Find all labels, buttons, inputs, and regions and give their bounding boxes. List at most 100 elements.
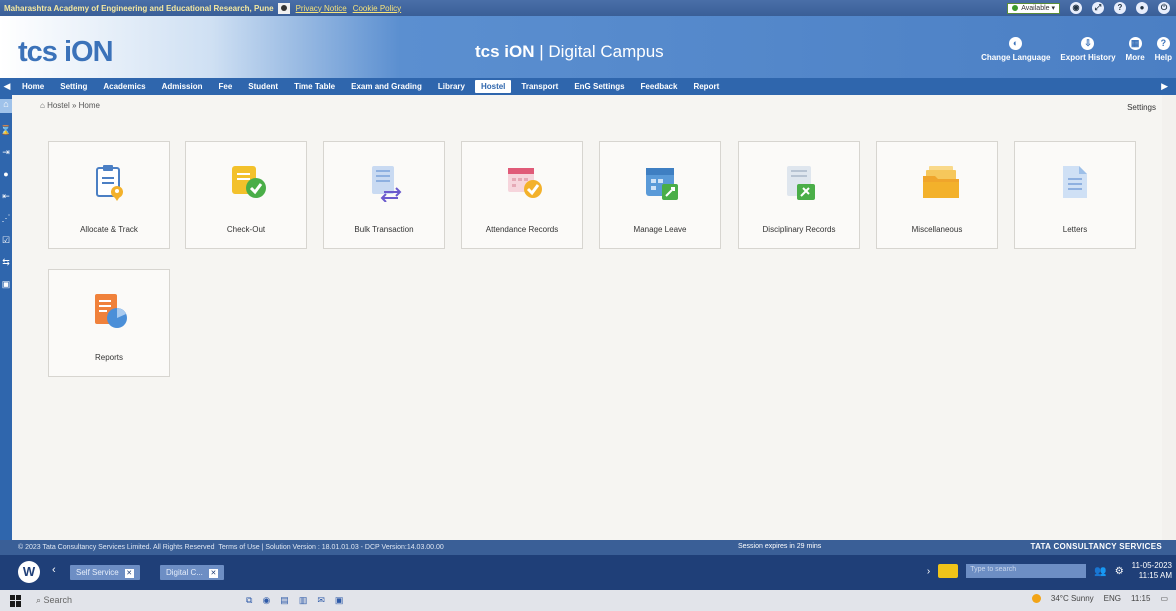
availability-dropdown[interactable]: Available ▾	[1007, 2, 1060, 14]
availability-label: Available	[1021, 4, 1050, 12]
privacy-notice-link[interactable]: Privacy Notice	[296, 4, 347, 13]
language-indicator[interactable]: ENG	[1104, 594, 1121, 603]
app-footer: © 2023 Tata Consultancy Services Limited…	[0, 540, 1176, 555]
nav-item-feedback[interactable]: Feedback	[633, 82, 686, 91]
chevron-right-icon[interactable]: ›	[927, 566, 930, 577]
help-circle-icon[interactable]: ?	[1114, 2, 1126, 14]
print-icon[interactable]: ▣	[2, 280, 11, 289]
tile-manage-leave[interactable]: Manage Leave	[599, 141, 721, 249]
tile-letters[interactable]: Letters	[1014, 141, 1136, 249]
nav-item-eng-settings[interactable]: EnG Settings	[566, 82, 632, 91]
session-time: 11:15 AM	[1138, 571, 1172, 580]
miscellaneous-icon	[923, 166, 959, 198]
expand-icon[interactable]: ⤢	[1092, 2, 1104, 14]
tile-disciplinary-records[interactable]: Disciplinary Records	[738, 141, 860, 249]
session-date: 11-05-2023	[1131, 561, 1172, 570]
session-tab-label: Self Service	[76, 568, 119, 577]
nav-left-arrow-icon[interactable]: ◀	[0, 81, 14, 92]
session-search-input[interactable]: Type to search	[966, 564, 1087, 578]
location-icon[interactable]: ●	[3, 170, 8, 179]
tcs-ion-logo[interactable]: tcs iON	[18, 36, 114, 69]
tile-label: Manage Leave	[633, 225, 687, 234]
export-history-button[interactable]: ⇩ Export History	[1060, 37, 1116, 62]
settings-gear-icon[interactable]: ⚙	[1115, 566, 1124, 577]
nav-item-time-table[interactable]: Time Table	[286, 82, 343, 91]
brand-suffix: | Digital Campus	[539, 42, 664, 61]
session-tab-digital-campus[interactable]: Digital C... ✕	[160, 565, 224, 580]
product-title: tcs iON | Digital Campus	[475, 42, 664, 62]
checkbox-icon[interactable]: ☑	[2, 236, 10, 245]
help-button[interactable]: ? Help	[1155, 37, 1172, 62]
remote-session-tray: › Type to search 👥 ⚙ 11-05-2023 11:15 AM	[927, 561, 1172, 581]
folder-icon[interactable]: ▥	[299, 595, 308, 606]
windows-taskbar: ⌕ Search ⧉ ◉ ▤ ▥ ✉ ▣ 34°C Sunny ENG 11:1…	[0, 590, 1176, 611]
tile-miscellaneous[interactable]: Miscellaneous	[876, 141, 998, 249]
windows-start-icon[interactable]	[10, 594, 22, 607]
terms-of-use-link[interactable]: Terms of Use	[218, 544, 259, 551]
nav-item-hostel[interactable]: Hostel	[474, 80, 512, 93]
user-icon[interactable]	[277, 2, 290, 14]
breadcrumb-text[interactable]: Hostel » Home	[47, 101, 100, 110]
export-history-label: Export History	[1060, 53, 1116, 62]
camera-icon[interactable]: ◉	[1070, 2, 1082, 14]
nav-item-fee[interactable]: Fee	[211, 82, 241, 91]
tile-allocate-track[interactable]: Allocate & Track	[48, 141, 170, 249]
nav-item-student[interactable]: Student	[240, 82, 286, 91]
status-dot-icon	[1012, 5, 1019, 11]
nav-item-library[interactable]: Library	[430, 82, 473, 91]
route-icon[interactable]: ⋰	[2, 214, 11, 223]
weather-text[interactable]: 34°C Sunny	[1051, 594, 1094, 603]
grid-icon: ▦	[1128, 37, 1142, 50]
nav-item-setting[interactable]: Setting	[52, 82, 95, 91]
change-language-button[interactable]: ◐ Change Language	[981, 37, 1050, 62]
more-button[interactable]: ▦ More	[1126, 37, 1145, 62]
app-icon[interactable]: ▣	[335, 595, 344, 606]
letters-icon	[1063, 166, 1087, 198]
login-icon[interactable]: ⇥	[2, 148, 10, 157]
users-icon[interactable]: 👥	[1094, 566, 1106, 577]
tile-attendance-records[interactable]: Attendance Records	[461, 141, 583, 249]
citrix-logo-icon[interactable]: W	[18, 561, 40, 583]
tile-reports[interactable]: Reports	[48, 269, 170, 377]
power-icon[interactable]: ⏻	[1158, 2, 1170, 14]
nav-item-transport[interactable]: Transport	[513, 82, 566, 91]
tile-label: Allocate & Track	[80, 225, 138, 234]
more-label: More	[1125, 53, 1145, 62]
close-icon[interactable]: ✕	[124, 569, 134, 578]
breadcrumb: ⌂ Hostel » Home	[40, 101, 100, 110]
header-actions: ◐ Change Language ⇩ Export History ▦ More ?…	[981, 37, 1172, 62]
nav-item-admission[interactable]: Admission	[154, 82, 211, 91]
tile-label: Disciplinary Records	[762, 225, 836, 234]
bulk-transaction-icon	[372, 166, 402, 202]
hourglass-icon[interactable]: ⌛	[0, 126, 11, 135]
nav-item-home[interactable]: Home	[14, 82, 52, 91]
cookie-policy-link[interactable]: Cookie Policy	[353, 4, 401, 13]
tile-label: Letters	[1062, 225, 1088, 234]
webcam-icon[interactable]	[938, 564, 959, 578]
nav-right-arrow-icon[interactable]: ▶	[1161, 81, 1168, 92]
task-view-icon[interactable]: ⧉	[246, 595, 252, 606]
tile-bulk-transaction[interactable]: Bulk Transaction	[323, 141, 445, 249]
notifications-icon[interactable]: ●	[1136, 2, 1148, 14]
logout-icon[interactable]: ⇤	[2, 192, 10, 201]
nav-item-academics[interactable]: Academics	[95, 82, 153, 91]
nav-item-report[interactable]: Report	[685, 82, 727, 91]
institution-name: Maharashtra Academy of Engineering and E…	[4, 3, 274, 13]
close-icon[interactable]: ✕	[208, 569, 218, 578]
taskbar-clock[interactable]: 11:15	[1131, 594, 1150, 603]
browser-icon[interactable]: ◉	[262, 595, 270, 606]
home-icon[interactable]: ⌂	[0, 99, 12, 113]
settings-link[interactable]: Settings	[1127, 103, 1156, 112]
notification-icon[interactable]: ▭	[1160, 594, 1168, 603]
session-tab-self-service[interactable]: Self Service ✕	[70, 565, 140, 580]
store-icon[interactable]: ▤	[280, 595, 289, 606]
brand-prefix: tcs iON	[475, 42, 535, 61]
nav-item-exam-grading[interactable]: Exam and Grading	[343, 82, 430, 91]
back-arrow-icon[interactable]: ‹	[52, 564, 56, 576]
transfer-icon[interactable]: ⇆	[2, 258, 10, 267]
tile-label: Reports	[94, 353, 123, 362]
session-clock: 11-05-2023 11:15 AM	[1132, 561, 1172, 581]
mail-icon[interactable]: ✉	[317, 595, 325, 606]
taskbar-search[interactable]: ⌕ Search	[36, 595, 216, 606]
tile-check-out[interactable]: Check-Out	[185, 141, 307, 249]
